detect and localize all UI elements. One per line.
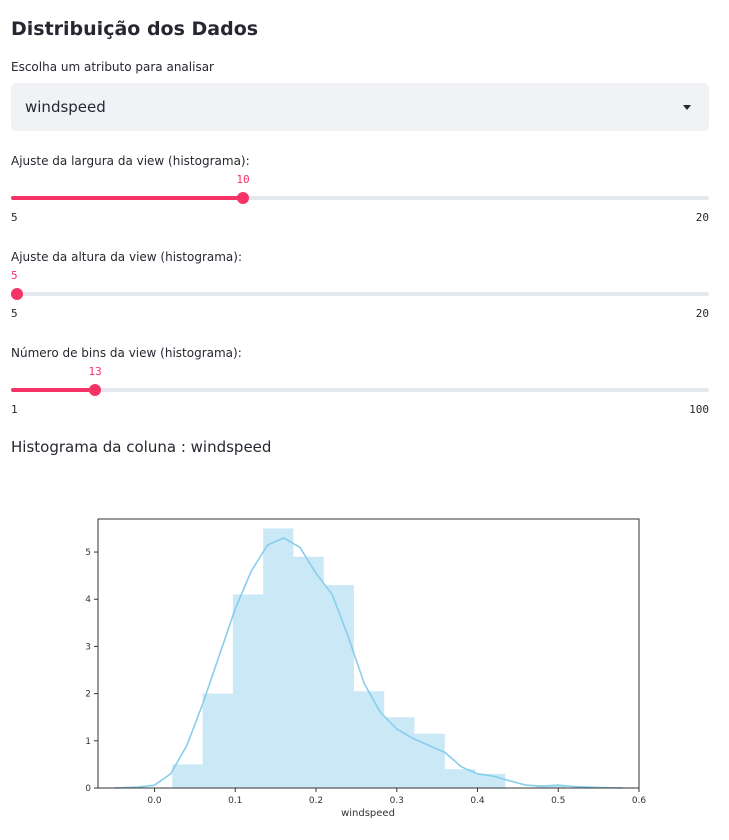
height-slider[interactable]: 5 5 20 [11,268,709,328]
width-slider-min: 5 [11,211,18,224]
histogram-bar [263,528,294,788]
width-slider-thumb[interactable] [237,192,250,204]
bins-slider-value: 13 [88,365,102,378]
x-tick-label: 0.3 [390,796,404,806]
width-slider[interactable]: 10 5 20 [11,172,709,232]
height-slider-value: 5 [11,269,18,282]
histogram-bar [323,585,354,788]
height-slider-track[interactable] [11,292,709,296]
attribute-select[interactable]: windspeed [11,83,709,131]
height-slider-max: 20 [695,307,709,320]
attribute-select-label: Escolha um atributo para analisar [11,60,214,74]
bins-slider[interactable]: 13 1 100 [11,364,709,424]
height-slider-thumb[interactable] [11,288,23,300]
histogram-chart: 0.0 0.1 0.2 0.3 0.4 0.5 0.6 0 1 2 3 4 5 windspeed [85,518,647,819]
x-tick-label: 0.6 [632,796,647,806]
histogram-bar [384,717,415,788]
x-tick-label: 0.1 [228,796,242,806]
bins-slider-thumb[interactable] [89,384,102,396]
x-axis-label: windspeed [341,808,395,819]
attribute-select-value: windspeed [25,98,106,116]
histogram-bar [353,691,385,788]
histogram-bar [444,769,476,788]
width-slider-value: 10 [236,173,250,186]
bins-slider-min: 1 [11,403,18,416]
height-slider-label: Ajuste da altura da view (histograma): [11,250,243,264]
x-tick-label: 0.0 [147,796,162,806]
width-slider-max: 20 [695,211,709,224]
y-tick-label: 0 [85,784,91,794]
x-tick-label: 0.2 [309,796,323,806]
histogram-subheader: Histograma da coluna : windspeed [11,438,272,456]
bins-slider-track[interactable] [11,388,709,392]
bins-slider-max: 100 [689,403,709,416]
histogram-bar [172,764,203,788]
page-title: Distribuição dos Dados [11,18,259,40]
y-tick-label: 2 [85,690,91,700]
x-tick-label: 0.4 [470,796,485,806]
histogram-bar [232,594,264,788]
width-slider-label: Ajuste da largura da view (histograma): [11,154,250,168]
y-tick-label: 4 [85,595,91,605]
height-slider-min: 5 [11,307,18,320]
histogram-bar [293,556,324,788]
x-tick-label: 0.5 [551,796,565,806]
histogram-bar [202,693,233,788]
width-slider-fill [11,196,244,200]
bins-slider-label: Número de bins da view (histograma): [11,346,242,360]
y-tick-label: 5 [85,548,91,558]
y-tick-label: 1 [85,737,91,747]
y-tick-label: 3 [85,642,91,652]
bins-slider-fill [11,388,96,392]
chevron-down-icon[interactable] [683,105,691,110]
